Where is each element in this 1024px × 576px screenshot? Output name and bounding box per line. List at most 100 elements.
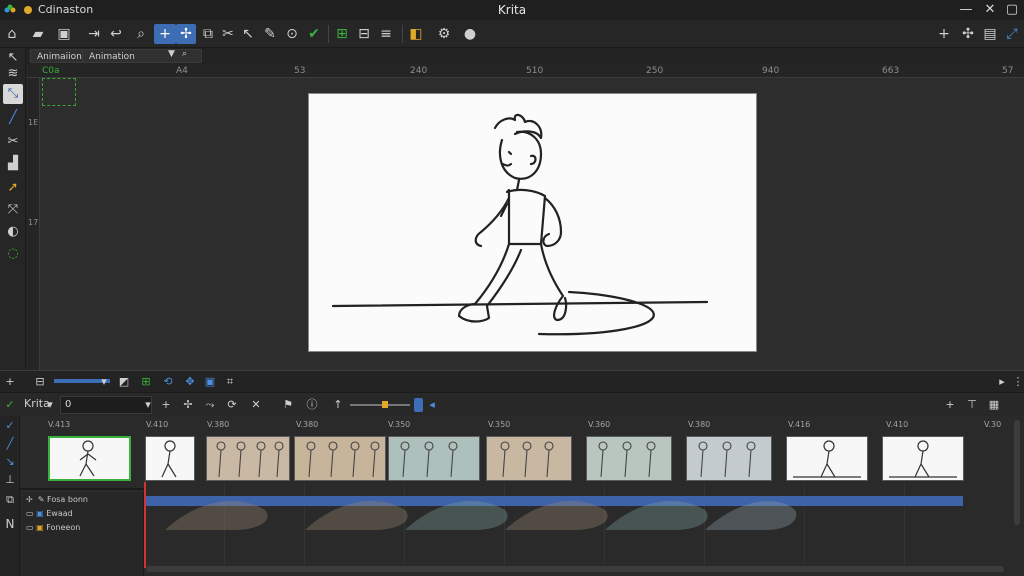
pen-icon[interactable]: ╱ <box>2 436 18 452</box>
align-layer-icon[interactable]: ⊤ <box>964 397 980 413</box>
frame-dropdown-icon[interactable]: ▾ <box>140 397 156 413</box>
zoom-icon[interactable]: ⌕ <box>131 24 151 44</box>
crop-tool-icon[interactable]: ⤧ <box>3 200 23 220</box>
dock-icon[interactable]: ⤢ <box>1002 24 1022 44</box>
cut-tool-icon[interactable]: ✂ <box>3 132 23 152</box>
gradient-tool-icon[interactable]: ◐ <box>3 222 23 242</box>
settings-icon[interactable]: ⚙ <box>434 24 454 44</box>
transform-icon[interactable]: ✢ <box>180 397 196 413</box>
layer-settings-icon[interactable]: ▦ <box>986 397 1002 413</box>
frame-label: V.416 <box>788 420 811 429</box>
frame-thumbnail-onion[interactable] <box>206 436 290 481</box>
frame-icon[interactable]: ▣ <box>202 374 218 390</box>
maximize-button[interactable]: ▢ <box>1004 2 1020 18</box>
expand-icon[interactable]: ⋮ <box>1010 374 1024 390</box>
cross-icon[interactable]: ✕ <box>248 397 264 413</box>
folder-icon[interactable]: ▰ <box>28 24 48 44</box>
canvas-viewport[interactable] <box>40 78 1024 370</box>
lasso-tool-icon[interactable]: ◌ <box>3 244 23 264</box>
horizontal-scrollbar[interactable] <box>146 566 1004 572</box>
pin-icon[interactable]: ▤ <box>980 24 1000 44</box>
sphere-icon[interactable]: ● <box>460 24 480 44</box>
add-icon[interactable]: + <box>154 24 176 44</box>
grid-icon[interactable]: ⊞ <box>138 374 154 390</box>
grid-icon[interactable]: ⊞ <box>332 24 352 44</box>
play-icon[interactable]: ▸ <box>994 374 1010 390</box>
frame-settings-icon[interactable]: ⊟ <box>32 374 48 390</box>
frame-thumbnail[interactable] <box>882 436 964 481</box>
underline-icon[interactable]: ⊥ <box>2 472 18 488</box>
ruler-tick: 250 <box>646 66 664 76</box>
minimize-button[interactable]: — <box>958 2 974 18</box>
add-frame-icon[interactable]: + <box>2 374 18 390</box>
tab-search-icon[interactable]: ⌕ <box>182 49 187 59</box>
add-dock-icon[interactable]: + <box>934 24 954 44</box>
ruler-tick: 510 <box>526 66 544 76</box>
frame-thumbnail-current[interactable] <box>48 436 131 481</box>
layer-row[interactable]: ✢ ✎ Fosa bonn <box>26 494 88 506</box>
undo-icon[interactable]: ↩ <box>106 24 126 44</box>
layout-icon[interactable]: ⊟ <box>354 24 374 44</box>
copy-icon[interactable]: ⧉ <box>2 492 18 508</box>
speed-slider-handle[interactable] <box>382 401 388 408</box>
frame-thumbnail-onion[interactable] <box>294 436 386 481</box>
frame-thumbnail-onion[interactable] <box>388 436 480 481</box>
keyframe-icon[interactable]: ⌗ <box>222 374 238 390</box>
brush-icon[interactable]: ✎ <box>260 24 280 44</box>
move-dock-icon[interactable]: ✣ <box>958 24 978 44</box>
frame-thumbnail-onion[interactable] <box>586 436 672 481</box>
info-icon[interactable]: ⓘ <box>304 397 320 413</box>
frame-thumbnail[interactable] <box>786 436 868 481</box>
layer-row[interactable]: ▭ ▣ Ewaad <box>26 508 73 520</box>
vertical-scrollbar[interactable] <box>1014 420 1020 525</box>
speed-value-box[interactable] <box>414 398 423 412</box>
visible-icon[interactable]: ✓ <box>2 397 18 413</box>
layer-row[interactable]: ▭ ▣ Foneeon <box>26 522 80 534</box>
dropdown-icon[interactable]: ▾ <box>96 374 112 390</box>
add-layer-icon[interactable]: + <box>942 397 958 413</box>
tab-dropdown-icon[interactable]: ▼ <box>168 49 175 59</box>
brush-tool-icon[interactable]: ╱ <box>3 108 23 128</box>
frame-thumbnail-onion[interactable] <box>686 436 772 481</box>
export-icon[interactable]: ⇥ <box>84 24 104 44</box>
layer-dropdown-icon[interactable]: ▾ <box>42 397 58 413</box>
speed-slider[interactable] <box>350 404 410 406</box>
check-icon[interactable]: ✓ <box>2 418 18 434</box>
transform-icon[interactable]: ✢ <box>176 24 196 44</box>
frame-label: V.410 <box>886 420 909 429</box>
add-keyframe-icon[interactable]: + <box>158 397 174 413</box>
fill-tool-icon[interactable]: ▟ <box>3 154 23 174</box>
onion-skin-icon[interactable]: ◩ <box>116 374 132 390</box>
pen-tool-icon[interactable]: ➚ <box>3 178 23 198</box>
stamp-icon[interactable]: ⚑ <box>280 397 296 413</box>
move-icon[interactable]: ✥ <box>182 374 198 390</box>
layer-type-icon: ▣ <box>36 523 44 532</box>
frame-thumbnail-onion[interactable] <box>486 436 572 481</box>
refresh-icon[interactable]: ⟳ <box>224 397 240 413</box>
drawing-canvas[interactable] <box>308 93 757 352</box>
search-icon[interactable]: ⊙ <box>282 24 302 44</box>
loop-icon[interactable]: ⟲ <box>160 374 176 390</box>
pointer-icon[interactable]: ↖ <box>238 24 258 44</box>
frame-icon[interactable]: ◧ <box>406 24 426 44</box>
transform-tool-icon[interactable]: ⤡ <box>3 84 23 104</box>
tween-icon[interactable]: ⤳ <box>202 397 218 413</box>
speed-dropdown-icon[interactable]: ◂ <box>424 397 440 413</box>
layers-icon[interactable]: ≋ <box>3 64 23 84</box>
add-layer-icon[interactable]: ✢ <box>26 495 33 504</box>
tab-animation-1[interactable]: Animaiion <box>30 49 89 63</box>
menu-icon[interactable]: ≡ <box>376 24 396 44</box>
save-icon[interactable]: ▣ <box>54 24 74 44</box>
cut-icon[interactable]: ✂ <box>218 24 238 44</box>
layer-name: Ewaad <box>46 509 73 518</box>
onion-icon[interactable]: ✔ <box>304 24 324 44</box>
frame-thumbnail[interactable] <box>145 436 195 481</box>
frame-number-field[interactable]: 0 <box>60 396 152 414</box>
ruler-tick: A4 <box>176 66 188 76</box>
playhead[interactable] <box>144 482 146 568</box>
align-icon[interactable]: ⧉ <box>198 24 218 44</box>
close-button[interactable]: ✕ <box>982 2 998 18</box>
brush-icon[interactable]: ↘ <box>2 454 18 470</box>
home-icon[interactable]: ⌂ <box>2 24 22 44</box>
pointer-icon[interactable]: ↑ <box>330 397 346 413</box>
